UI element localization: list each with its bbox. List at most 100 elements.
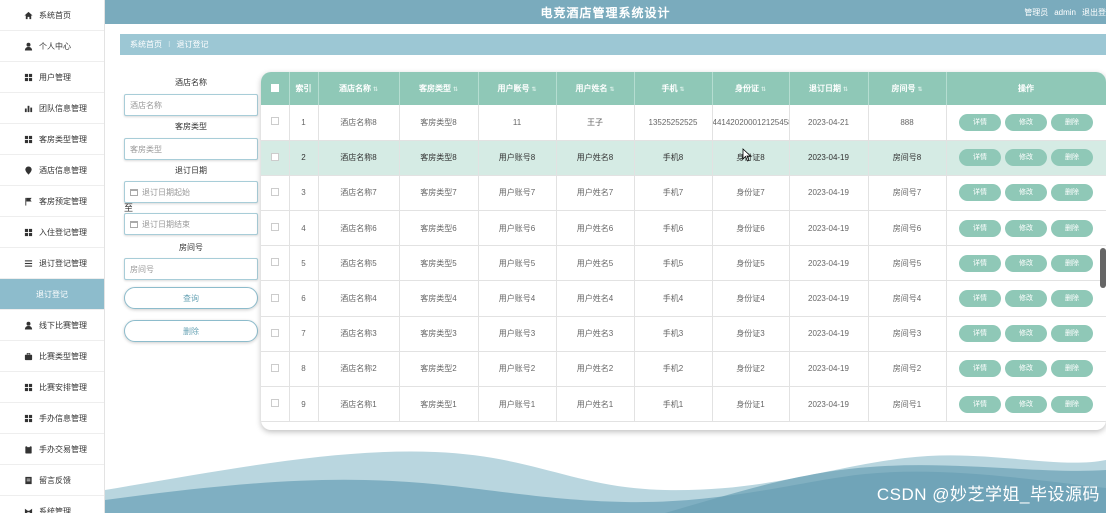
sort-icon[interactable]: ⇅ — [453, 87, 458, 93]
sidebar-item-9[interactable]: 退订登记 — [0, 279, 104, 310]
row-checkbox[interactable] — [270, 117, 279, 126]
table-row[interactable]: 8 酒店名称2 客房类型2 用户账号2 用户姓名2 手机2 身份证2 2023-04-19 房间… — [261, 351, 1106, 388]
sidebar-item-10[interactable]: 线下比赛管理 — [0, 310, 104, 341]
sidebar-item-15[interactable]: 留言反馈 — [0, 465, 104, 496]
sort-icon[interactable]: ⇅ — [531, 87, 536, 93]
delete-button[interactable]: 删除 — [1051, 184, 1093, 202]
delete-button[interactable]: 删除 — [1051, 113, 1093, 131]
sidebar-item-13[interactable]: 手办信息管理 — [0, 403, 104, 434]
row-checkbox[interactable] — [270, 399, 279, 408]
row-checkbox[interactable] — [270, 293, 279, 302]
sort-icon[interactable]: ⇅ — [843, 87, 848, 93]
edit-button[interactable]: 修改 — [1005, 325, 1047, 343]
detail-button[interactable]: 详情 — [959, 184, 1001, 202]
edit-button[interactable]: 修改 — [1005, 184, 1047, 202]
edit-button[interactable]: 修改 — [1005, 254, 1047, 272]
detail-button[interactable]: 详情 — [959, 395, 1001, 413]
breadcrumb-home[interactable]: 系统首页 — [130, 39, 162, 50]
row-select-cell[interactable] — [261, 140, 290, 176]
sidebar-item-14[interactable]: 手办交易管理 — [0, 434, 104, 465]
table-row[interactable]: 4 酒店名称6 客房类型6 用户账号6 用户姓名6 手机6 身份证6 2023-04-19 房间… — [261, 210, 1106, 247]
delete-button[interactable]: 删除 — [1051, 325, 1093, 343]
date-end-input[interactable]: 退订日期结束 — [124, 213, 258, 235]
table-row[interactable]: 3 酒店名称7 客房类型7 用户账号7 用户姓名7 手机7 身份证7 2023-04-19 房间… — [261, 175, 1106, 212]
row-select-cell[interactable] — [261, 105, 290, 141]
table-row[interactable]: 5 酒店名称5 客房类型5 用户账号5 用户姓名5 手机5 身份证5 2023-04-19 房间… — [261, 245, 1106, 282]
sidebar-item-16[interactable]: 系统管理 — [0, 496, 104, 513]
table-row[interactable]: 2 酒店名称8 客房类型8 用户账号8 用户姓名8 手机8 身份证8 2023-04-19 房间… — [261, 140, 1106, 176]
column-header-5[interactable]: 手机 ⇅ — [634, 72, 713, 105]
table-row[interactable]: 9 酒店名称1 客房类型1 用户账号1 用户姓名1 手机1 身份证1 2023-04-19 房间… — [261, 386, 1106, 423]
delete-button[interactable]: 删除 — [1051, 290, 1093, 308]
column-header-9[interactable]: 操作 — [946, 72, 1106, 105]
row-select-cell[interactable] — [261, 245, 290, 282]
sidebar-item-2[interactable]: 用户管理 — [0, 62, 104, 93]
row-select-cell[interactable] — [261, 175, 290, 212]
query-button[interactable]: 查询 — [124, 287, 258, 309]
row-checkbox[interactable] — [270, 258, 279, 267]
edit-button[interactable]: 修改 — [1005, 113, 1047, 131]
delete-button[interactable]: 删除 — [1051, 254, 1093, 272]
sort-icon[interactable]: ⇅ — [609, 87, 614, 93]
edit-button[interactable]: 修改 — [1005, 290, 1047, 308]
header-select-all[interactable] — [261, 72, 290, 105]
detail-button[interactable]: 详情 — [959, 219, 1001, 237]
sidebar-item-4[interactable]: 客房类型管理 — [0, 124, 104, 155]
detail-button[interactable]: 详情 — [959, 325, 1001, 343]
row-select-cell[interactable] — [261, 351, 290, 388]
row-select-cell[interactable] — [261, 316, 290, 352]
row-select-cell[interactable] — [261, 386, 290, 423]
room-no-input[interactable]: 房间号 — [124, 258, 258, 280]
sort-icon[interactable]: ⇅ — [917, 87, 922, 93]
column-header-0[interactable]: 索引 — [289, 72, 319, 105]
column-header-8[interactable]: 房间号 ⇅ — [868, 72, 947, 105]
date-start-input[interactable]: 退订日期起始 — [124, 181, 258, 203]
sidebar-item-6[interactable]: 客房预定管理 — [0, 186, 104, 217]
edit-button[interactable]: 修改 — [1005, 360, 1047, 378]
sort-icon[interactable]: ⇅ — [761, 87, 766, 93]
room-type-input[interactable]: 客房类型 — [124, 138, 258, 160]
table-row[interactable]: 7 酒店名称3 客房类型3 用户账号3 用户姓名3 手机3 身份证3 2023-04-19 房间… — [261, 316, 1106, 352]
select-all-checkbox[interactable] — [270, 83, 279, 92]
detail-button[interactable]: 详情 — [959, 113, 1001, 131]
detail-button[interactable]: 详情 — [959, 149, 1001, 167]
delete-button[interactable]: 删除 — [1051, 395, 1093, 413]
detail-button[interactable]: 详情 — [959, 290, 1001, 308]
sort-icon[interactable]: ⇅ — [373, 87, 378, 93]
scrollbar-thumb[interactable] — [1100, 248, 1106, 288]
delete-selected-button[interactable]: 删除 — [124, 320, 258, 342]
sidebar-item-5[interactable]: 酒店信息管理 — [0, 155, 104, 186]
delete-button[interactable]: 删除 — [1051, 219, 1093, 237]
column-header-3[interactable]: 用户账号 ⇅ — [478, 72, 557, 105]
detail-button[interactable]: 详情 — [959, 254, 1001, 272]
delete-button[interactable]: 删除 — [1051, 149, 1093, 167]
sort-icon[interactable]: ⇅ — [679, 87, 684, 93]
column-header-1[interactable]: 酒店名称 ⇅ — [318, 72, 400, 105]
column-header-6[interactable]: 身份证 ⇅ — [712, 72, 790, 105]
table-row[interactable]: 1 酒店名称8 客房类型8 11 王子 13525252525 44142020001212… — [261, 105, 1106, 141]
column-header-7[interactable]: 退订日期 ⇅ — [789, 72, 869, 105]
column-header-2[interactable]: 客房类型 ⇅ — [399, 72, 479, 105]
detail-button[interactable]: 详情 — [959, 360, 1001, 378]
row-checkbox[interactable] — [270, 223, 279, 232]
edit-button[interactable]: 修改 — [1005, 149, 1047, 167]
sidebar-item-8[interactable]: 退订登记管理 — [0, 248, 104, 279]
row-checkbox[interactable] — [270, 363, 279, 372]
sidebar-item-1[interactable]: 个人中心 — [0, 31, 104, 62]
row-select-cell[interactable] — [261, 210, 290, 247]
sidebar-item-0[interactable]: 系统首页 — [0, 0, 104, 31]
logout-link[interactable]: 退出登 — [1082, 7, 1106, 18]
row-checkbox[interactable] — [270, 328, 279, 337]
row-select-cell[interactable] — [261, 280, 290, 317]
row-checkbox[interactable] — [270, 152, 279, 161]
edit-button[interactable]: 修改 — [1005, 219, 1047, 237]
sidebar-item-3[interactable]: 团队信息管理 — [0, 93, 104, 124]
delete-button[interactable]: 删除 — [1051, 360, 1093, 378]
column-header-4[interactable]: 用户姓名 ⇅ — [556, 72, 635, 105]
sidebar-item-7[interactable]: 入住登记管理 — [0, 217, 104, 248]
row-checkbox[interactable] — [270, 187, 279, 196]
hotel-name-input[interactable]: 酒店名称 — [124, 94, 258, 116]
sidebar-item-11[interactable]: 比赛类型管理 — [0, 341, 104, 372]
edit-button[interactable]: 修改 — [1005, 395, 1047, 413]
sidebar-item-12[interactable]: 比赛安排管理 — [0, 372, 104, 403]
